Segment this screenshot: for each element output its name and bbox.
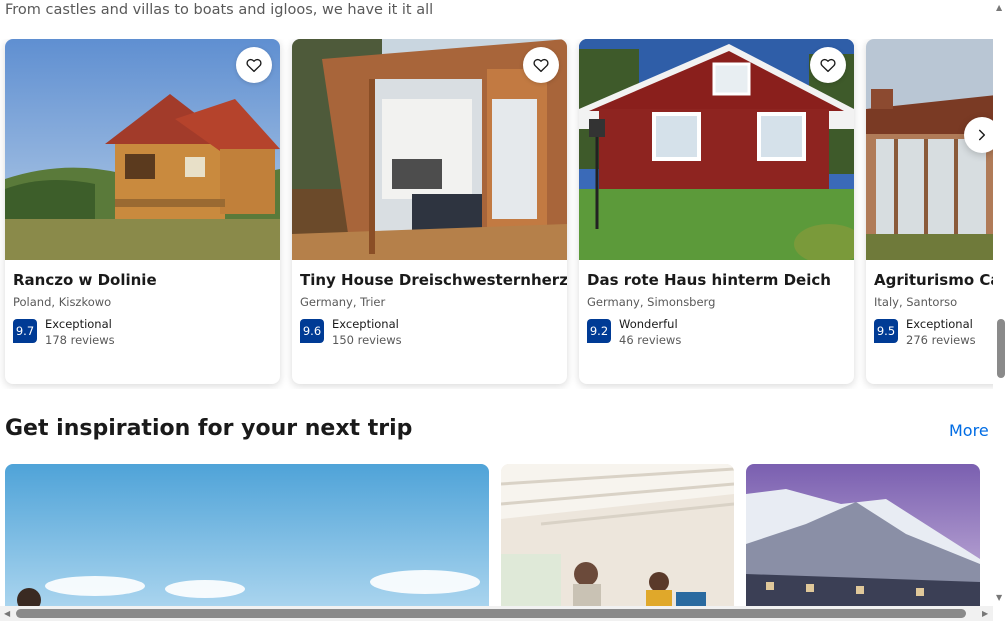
inspiration-photo [501,464,734,606]
review-count: 150 reviews [332,333,402,347]
more-link[interactable]: More [949,421,989,440]
review-count: 276 reviews [906,333,976,347]
save-button[interactable] [236,47,272,83]
heart-icon [820,58,836,73]
rating-word: Exceptional [332,317,399,331]
inspiration-card[interactable] [501,464,734,606]
property-location: Germany, Trier [300,295,386,309]
review-score-badge: 9.7 [13,319,37,343]
property-name[interactable]: Tiny House Dreischwesternherz [300,271,567,289]
rating-word: Wonderful [619,317,678,331]
scroll-right-icon[interactable]: ▶ [982,610,988,618]
scroll-down-icon[interactable]: ▼ [996,594,1002,602]
rating-word: Exceptional [45,317,112,331]
horizontal-scrollbar-thumb[interactable] [16,609,966,618]
heart-icon [533,58,549,73]
review-score-badge: 9.5 [874,319,898,343]
review-count: 46 reviews [619,333,682,347]
review-score-badge: 9.6 [300,319,324,343]
property-card[interactable]: Tiny House Dreischwesternherz Germany, T… [292,39,567,384]
scroll-left-icon[interactable]: ◀ [4,610,10,618]
vertical-scrollbar[interactable] [993,0,1008,606]
scrollbar-corner [993,606,1008,621]
chevron-right-icon [978,129,986,141]
unique-properties-carousel: Ranczo w Dolinie Poland, Kiszkowo 9.7 Ex… [0,39,993,389]
heart-icon [246,58,262,73]
inspiration-photo [5,464,489,606]
scroll-up-icon[interactable]: ▲ [996,4,1002,12]
inspiration-photo [746,464,980,606]
inspiration-card[interactable] [746,464,980,606]
property-location: Germany, Simonsberg [587,295,716,309]
section-subtitle: From castles and villas to boats and igl… [5,2,434,18]
property-card[interactable]: Agriturismo Cab Italy, Santorso 9.5 Exce… [866,39,993,384]
review-score-badge: 9.2 [587,319,611,343]
review-count: 178 reviews [45,333,115,347]
section-heading: Get inspiration for your next trip [5,416,413,441]
rating-word: Exceptional [906,317,973,331]
property-card[interactable]: Ranczo w Dolinie Poland, Kiszkowo 9.7 Ex… [5,39,280,384]
property-name[interactable]: Ranczo w Dolinie [13,271,157,289]
save-button[interactable] [523,47,559,83]
property-name[interactable]: Das rote Haus hinterm Deich [587,271,831,289]
property-location: Poland, Kiszkowo [13,295,112,309]
vertical-scrollbar-thumb[interactable] [997,319,1005,378]
save-button[interactable] [810,47,846,83]
property-card[interactable]: Das rote Haus hinterm Deich Germany, Sim… [579,39,854,384]
property-name[interactable]: Agriturismo Cab [874,271,993,289]
inspiration-card[interactable] [5,464,489,606]
property-location: Italy, Santorso [874,295,958,309]
